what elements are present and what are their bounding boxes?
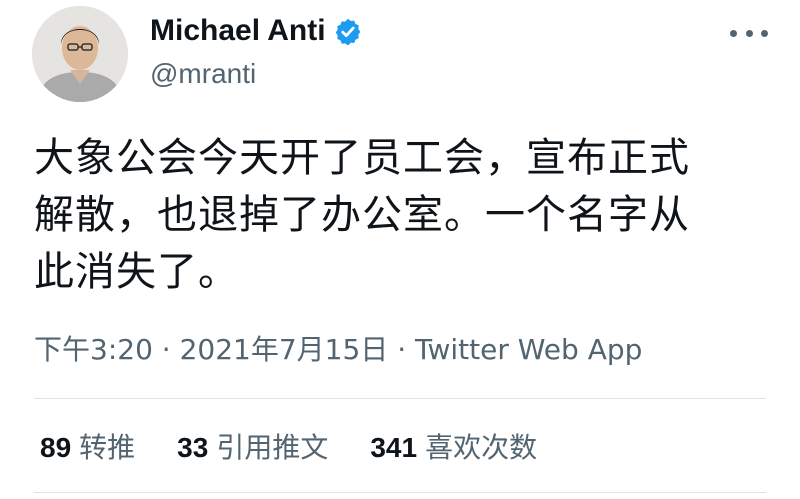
retweets-stat[interactable]: 89 转推: [40, 426, 135, 466]
likes-label: 喜欢次数: [425, 431, 538, 464]
meta-separator: ·: [152, 333, 180, 366]
divider: [34, 492, 766, 493]
tweet-meta: 下午3:20 · 2021年7月15日 · Twitter Web App: [34, 328, 642, 368]
user-avatar-icon: [32, 6, 128, 102]
dot: [745, 29, 753, 37]
likes-stat[interactable]: 341 喜欢次数: [370, 426, 537, 466]
tweet-time[interactable]: 下午3:20: [34, 333, 153, 366]
user-handle[interactable]: @mranti: [150, 58, 256, 90]
dot: [730, 29, 737, 37]
avatar[interactable]: [32, 6, 128, 102]
tweet-line: 解散，也退掉了办公室。一个名字从: [34, 192, 690, 238]
retweets-label: 转推: [79, 431, 136, 464]
tweet-stats: 89 转推 33 引用推文 341 喜欢次数: [40, 426, 579, 466]
dot: [761, 29, 768, 37]
tweet-date[interactable]: 2021年7月15日: [180, 333, 389, 366]
display-name[interactable]: Michael Anti: [150, 14, 326, 48]
quote-tweets-count: 33: [177, 432, 209, 463]
quote-tweets-stat[interactable]: 33 引用推文: [177, 426, 328, 466]
tweet-line: 此消失了。: [34, 249, 239, 295]
verified-badge-icon: [335, 18, 360, 45]
user-name-row: Michael Anti: [150, 14, 362, 48]
tweet-line: 大象公会今天开了员工会，宣布正式: [34, 135, 690, 181]
likes-count: 341: [370, 432, 418, 463]
divider: [34, 398, 766, 399]
meta-separator: ·: [388, 333, 415, 366]
tweet-source[interactable]: Twitter Web App: [415, 333, 642, 366]
retweets-count: 89: [40, 432, 72, 463]
more-options-icon[interactable]: [726, 18, 772, 48]
quote-tweets-label: 引用推文: [216, 431, 329, 464]
tweet-text: 大象公会今天开了员工会，宣布正式 解散，也退掉了办公室。一个名字从 此消失了。: [34, 130, 764, 301]
